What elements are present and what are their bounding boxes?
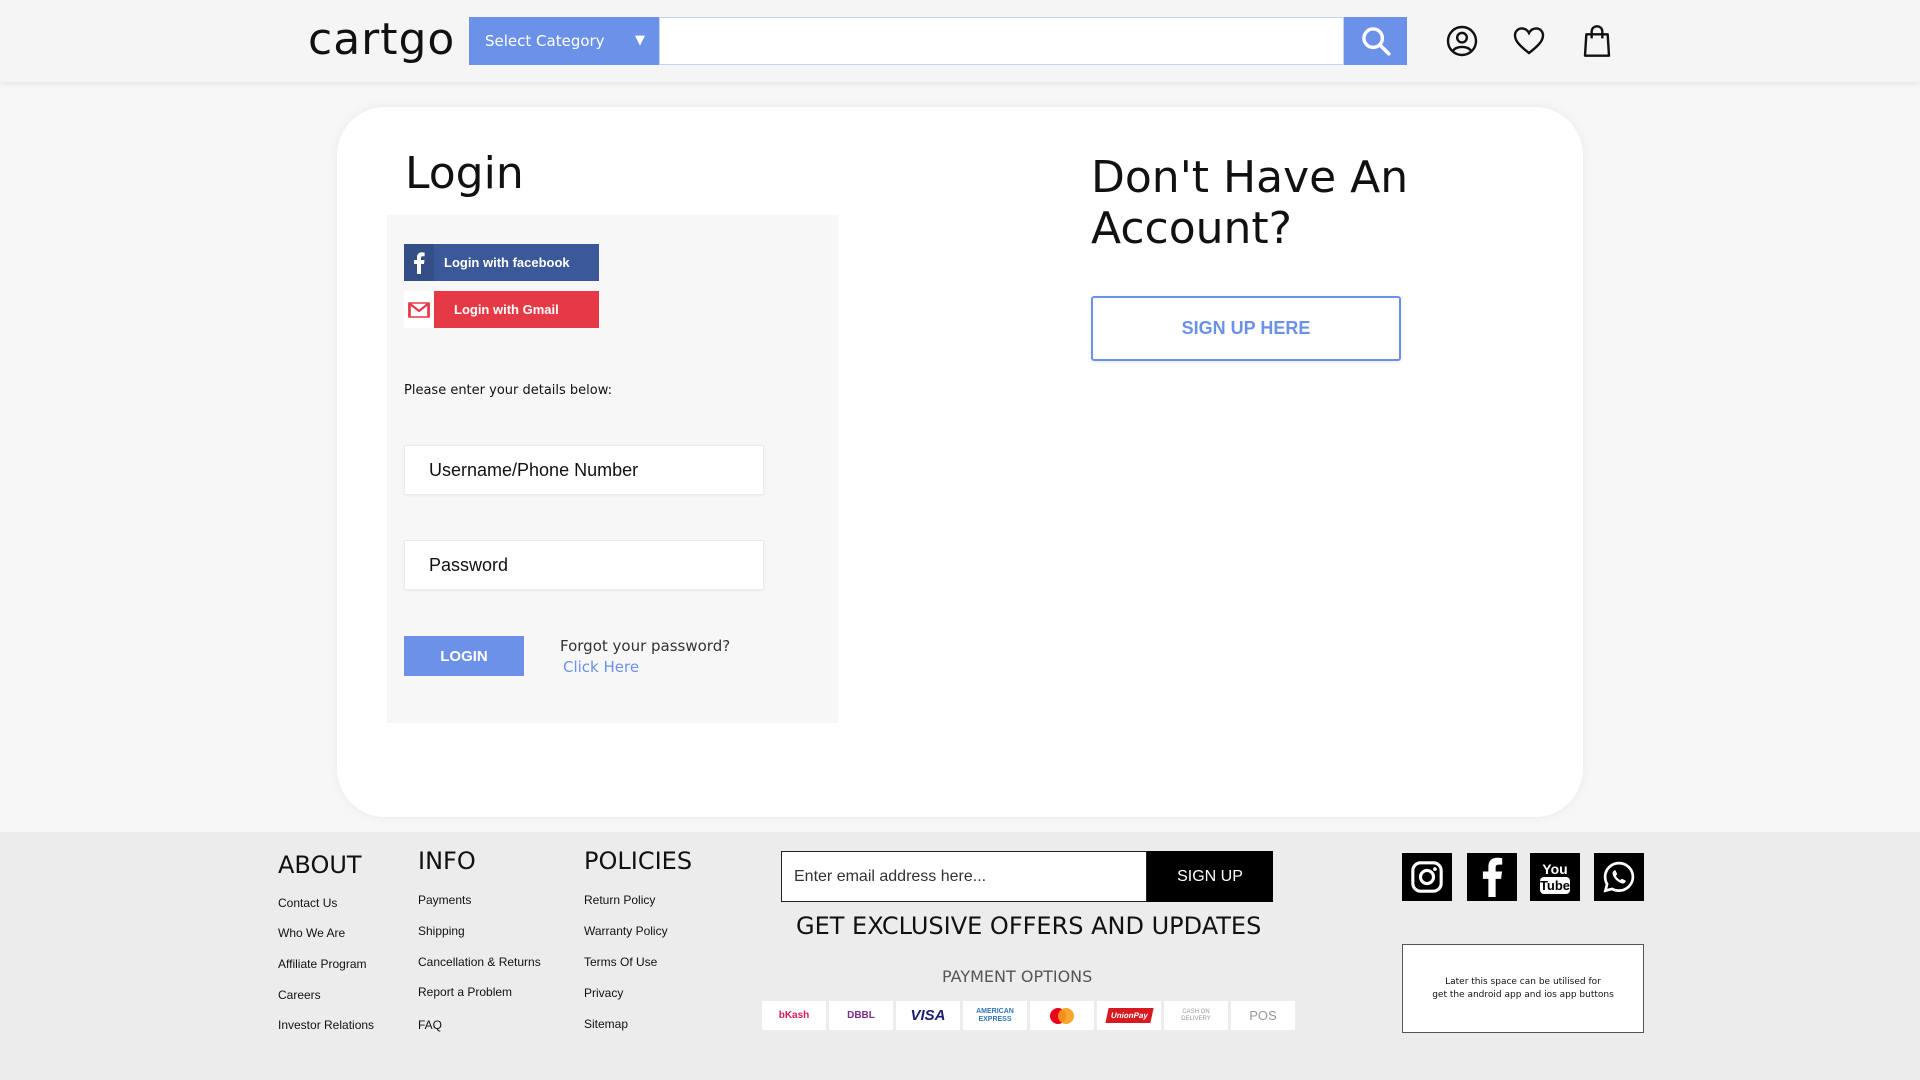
facebook-login-button[interactable]: Login with facebook: [404, 244, 599, 281]
footer-link-sitemap[interactable]: Sitemap: [584, 1017, 628, 1031]
gmail-login-label: Login with Gmail: [454, 302, 559, 317]
footer-link-warranty-policy[interactable]: Warranty Policy: [584, 924, 668, 938]
site-header: cartgo Select Category ▼: [0, 0, 1920, 82]
footer-link-who-we-are[interactable]: Who We Are: [278, 926, 345, 940]
search-input[interactable]: [659, 17, 1344, 65]
category-select-label: Select Category: [485, 32, 605, 50]
payment-unionpay: UnionPay: [1097, 1001, 1161, 1030]
payment-dbbl: DBBL: [829, 1001, 893, 1030]
newsletter-email-input[interactable]: [781, 851, 1147, 902]
signup-here-button[interactable]: SIGN UP HERE: [1091, 296, 1401, 361]
newsletter-offers-text: GET EXCLUSIVE OFFERS AND UPDATES: [796, 912, 1262, 940]
account-button[interactable]: [1444, 23, 1480, 59]
footer-link-privacy[interactable]: Privacy: [584, 986, 623, 1000]
footer-link-report-problem[interactable]: Report a Problem: [418, 985, 512, 999]
forgot-password-text: Forgot your password?: [560, 637, 731, 655]
footer-link-shipping[interactable]: Shipping: [418, 924, 465, 938]
footer-link-cancellation-returns[interactable]: Cancellation & Returns: [418, 955, 541, 969]
username-field[interactable]: [404, 445, 764, 495]
unionpay-label: UnionPay: [1104, 1008, 1154, 1023]
youtube-link[interactable]: You Tube: [1530, 853, 1580, 901]
user-icon: [1446, 25, 1478, 57]
payment-cod: CASH ON DELIVERY: [1164, 1001, 1228, 1030]
facebook-icon: [1482, 857, 1503, 897]
cart-button[interactable]: [1579, 23, 1615, 59]
login-title: Login: [405, 148, 524, 199]
wishlist-button[interactable]: [1511, 23, 1547, 59]
facebook-link[interactable]: [1467, 853, 1517, 901]
search-button[interactable]: [1344, 17, 1407, 65]
instagram-link[interactable]: [1402, 853, 1452, 901]
facebook-icon: [404, 244, 434, 281]
footer-link-careers[interactable]: Careers: [278, 988, 321, 1002]
footer-link-affiliate-program[interactable]: Affiliate Program: [278, 957, 366, 971]
footer-link-return-policy[interactable]: Return Policy: [584, 893, 655, 907]
whatsapp-link[interactable]: [1594, 853, 1644, 901]
footer-link-payments[interactable]: Payments: [418, 893, 471, 907]
facebook-login-label: Login with facebook: [444, 255, 570, 270]
footer-about-title: ABOUT: [278, 851, 362, 879]
forgot-password-link[interactable]: Click Here: [563, 658, 639, 676]
gmail-login-button[interactable]: Login with Gmail: [404, 291, 599, 328]
mastercard-icon: [1050, 1007, 1074, 1024]
payment-options-title: PAYMENT OPTIONS: [942, 967, 1093, 986]
payment-methods-row: bKash DBBL VISA AMERICAN EXPRESS UnionPa…: [762, 1001, 1295, 1030]
svg-text:You: You: [1542, 861, 1567, 877]
footer-link-contact-us[interactable]: Contact Us: [278, 896, 337, 910]
chevron-down-icon: ▼: [635, 33, 645, 48]
signup-heading: Don't Have An Account?: [1091, 152, 1409, 254]
heart-icon: [1513, 27, 1545, 55]
gmail-icon: [404, 291, 434, 328]
app-note-line1: Later this space can be utilised for: [1445, 976, 1601, 987]
footer-policies-title: POLICIES: [584, 847, 693, 875]
payment-amex: AMERICAN EXPRESS: [963, 1001, 1027, 1030]
app-note-line2: get the android app and ios app buttons: [1432, 989, 1614, 1000]
login-button[interactable]: LOGIN: [404, 636, 524, 676]
newsletter-signup-button[interactable]: SIGN UP: [1147, 851, 1273, 902]
password-field[interactable]: [404, 540, 764, 590]
footer-link-investor-relations[interactable]: Investor Relations: [278, 1018, 374, 1032]
category-select[interactable]: Select Category ▼: [469, 17, 659, 65]
youtube-icon: You Tube: [1540, 861, 1570, 894]
shopping-bag-icon: [1583, 25, 1611, 57]
payment-visa: VISA: [896, 1001, 960, 1030]
site-logo[interactable]: cartgo: [308, 14, 455, 65]
instagram-icon: [1411, 861, 1443, 893]
footer-link-faq[interactable]: FAQ: [418, 1018, 442, 1032]
search-icon: [1361, 27, 1391, 56]
payment-mastercard: [1030, 1001, 1094, 1030]
svg-text:Tube: Tube: [1540, 878, 1570, 893]
footer-info-title: INFO: [418, 847, 476, 875]
payment-pos: POS: [1231, 1001, 1295, 1030]
footer-link-terms-of-use[interactable]: Terms Of Use: [584, 955, 657, 969]
whatsapp-icon: [1603, 861, 1635, 893]
app-download-placeholder: Later this space can be utilised for get…: [1402, 944, 1644, 1033]
payment-bkash: bKash: [762, 1001, 826, 1030]
details-instruction: Please enter your details below:: [404, 383, 613, 398]
